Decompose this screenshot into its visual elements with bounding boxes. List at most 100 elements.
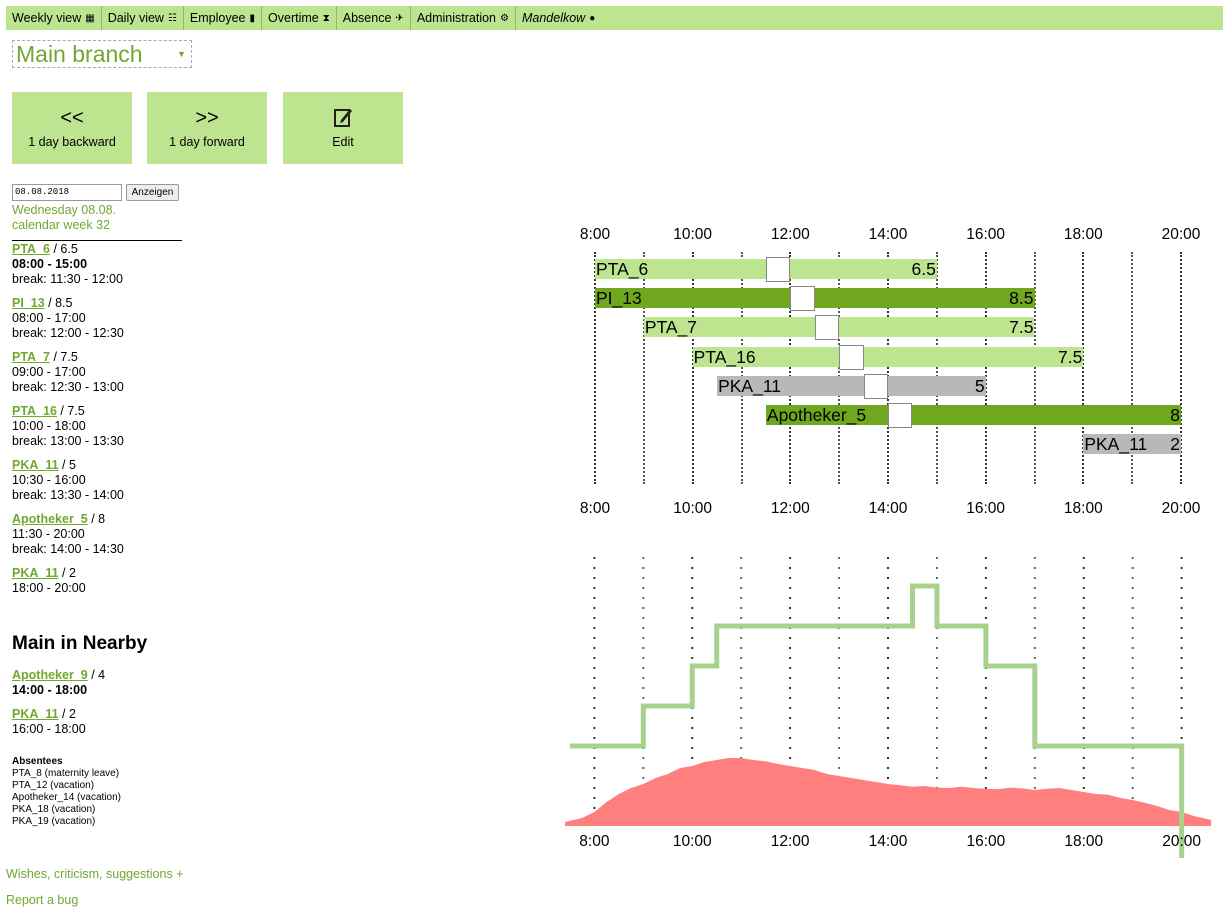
shift-time: 16:00 - 18:00 [12,722,86,736]
day-backward-button[interactable]: << 1 day backward [12,92,132,164]
shift-bar[interactable]: PI_13 8.5 [595,288,1035,309]
shift-hours: 8 [98,512,106,526]
shift-bar-hours: 2 [1170,434,1180,455]
nearby-entry-header: Apotheker_9 / 4 [12,668,105,683]
shift-hours: 7.5 [67,404,85,418]
show-button[interactable]: Anzeigen [126,184,179,201]
employee-link[interactable]: PTA_7 [12,350,50,364]
day-backward-label: 1 day backward [28,135,116,149]
shift-bar-label: PTA_16 [693,346,756,367]
shift-bar-hours: 8 [1170,405,1180,425]
separator: / [49,350,61,364]
roster-entry: PTA_16 / 7.5 10:00 - 18:00 break: 13:00 - … [12,404,124,449]
employee-link[interactable]: Apotheker_5 [12,512,88,526]
x-tick-label: 10:00 [673,500,713,517]
break-marker[interactable] [814,315,840,341]
absentee-item: PKA_19 (vacation) [12,816,96,827]
edit-button[interactable]: Edit [283,92,403,164]
employee-link[interactable]: PKA_11 [12,566,59,580]
shift-bar-hours: 6.5 [911,259,936,279]
branch-selected-value: Main branch [16,41,143,67]
separator: / [58,707,69,721]
shift-bar[interactable]: PKA_11 2 [1083,434,1181,455]
roster-entry: PTA_6 / 6.5 08:00 - 15:00 break: 11:30 - 1… [12,242,123,287]
gridline [935,252,938,484]
nav-employee[interactable]: Employee ▮ [184,6,263,30]
break-marker[interactable] [863,373,888,399]
staff-step-line [569,583,1185,858]
nearby-entry-header: PKA_11 / 2 [12,707,86,722]
x-tick-label: 10:00 [673,226,713,243]
x-tick-label: 16:00 [966,500,1006,517]
employee-link[interactable]: PKA_11 [12,707,59,721]
shift-time: 18:00 - 20:00 [12,581,86,595]
nearby-entry: PKA_11 / 2 16:00 - 18:00 [12,707,86,737]
roster-entry: PTA_7 / 7.5 09:00 - 17:00 break: 12:30 - 1… [12,350,124,395]
nav-daily-view[interactable]: Daily view ☷ [102,6,184,30]
roster-entry: PKA_11 / 2 18:00 - 20:00 [12,566,86,596]
x-tick-label: 18:00 [1063,500,1103,517]
demand-area [565,758,1211,826]
date-input[interactable]: 08.08.2018 [12,184,122,201]
shift-bar-label: PKA_11 [718,375,781,396]
x-tick-label: 8:00 [579,500,611,517]
employee-link[interactable]: PI_13 [12,296,45,310]
separator: / [87,512,99,526]
weekday-date: Wednesday 08.08. [12,203,117,217]
separator: / [49,242,61,256]
separator: / [58,458,69,472]
employee-link[interactable]: PKA_11 [12,458,59,472]
day-info: Wednesday 08.08. calendar week 32 [12,203,116,233]
break-marker[interactable] [888,403,913,428]
user-icon: ● [589,12,596,24]
x-tick-label: 20:00 [1161,500,1201,517]
nav-overtime[interactable]: Overtime ⧗ [262,6,337,30]
employee-link[interactable]: PTA_16 [12,404,57,418]
shift-bar-hours: 7.5 [1057,346,1083,367]
x-tick-label: 14:00 [868,500,908,517]
shift-bar-label: PTA_6 [596,259,649,279]
gridline [740,252,743,484]
calendar-week: calendar week 32 [12,218,110,232]
employee-link[interactable]: Apotheker_9 [12,668,88,682]
nav-user[interactable]: Mandelkow ● [516,6,601,30]
roster-entry-header: PTA_16 / 7.5 [12,404,124,419]
shift-bar[interactable]: PTA_7 7.5 [643,317,1035,338]
report-bug-link[interactable]: Report a bug [6,893,78,907]
shift-bar-label: PTA_7 [644,317,698,338]
x-tick-label: 8:00 [579,833,610,850]
shift-bar[interactable]: Apotheker_5 8 [765,405,1181,425]
list-icon: ☷ [167,12,177,24]
shift-bar[interactable]: PTA_16 7.5 [692,346,1084,367]
shift-bar[interactable]: PKA_11 5 [717,375,986,396]
nav-weekly-view[interactable]: Weekly view ▦ [6,6,102,30]
absentee-item: PTA_12 (vacation) [12,780,95,791]
nav-absence[interactable]: Absence ✈ [337,6,411,30]
branch-select[interactable]: Main branch ▼ [12,40,192,68]
shift-time: 08:00 - 15:00 [12,257,88,271]
day-forward-button[interactable]: >> 1 day forward [147,92,267,164]
shift-time: 11:30 - 20:00 [12,527,85,541]
break-marker[interactable] [790,286,815,312]
gear-icon: ⚙ [500,12,509,24]
break-marker[interactable] [839,344,864,370]
day-forward-label: 1 day forward [169,135,245,149]
shift-time: 08:00 - 17:00 [12,311,86,325]
shift-hours: 4 [98,668,106,682]
nav-user-label: Mandelkow [521,11,586,25]
nearby-title: Main in Nearby [12,633,148,654]
nav-administration[interactable]: Administration ⚙ [411,6,516,30]
shift-hours: 6.5 [60,242,78,256]
gridline [1033,252,1036,484]
absentees-title: Absentees [12,756,63,767]
feedback-link[interactable]: Wishes, criticism, suggestions + [6,867,183,881]
x-tick-label: 10:00 [673,833,712,850]
x-tick-label: 12:00 [771,833,810,850]
nav-weekly-label: Weekly view [12,11,82,25]
employee-link[interactable]: PTA_6 [12,242,50,256]
roster-entry: PKA_11 / 5 10:30 - 16:00 break: 13:30 - 14… [12,458,124,503]
divider [12,240,182,241]
gridline [984,252,987,484]
break-marker[interactable] [765,257,791,282]
gridline [691,252,694,484]
